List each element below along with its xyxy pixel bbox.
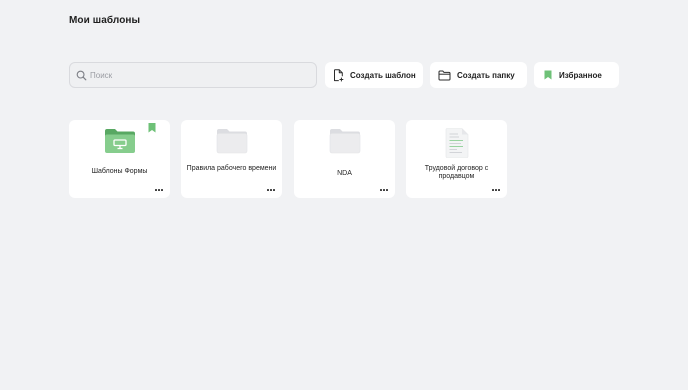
green-folder-icon <box>69 128 170 154</box>
more-options-icon[interactable] <box>490 186 502 194</box>
template-card[interactable]: Правила рабочего времени <box>181 120 282 198</box>
search-field[interactable] <box>69 62 317 88</box>
create-template-button[interactable]: Создать шаблон <box>325 62 423 88</box>
template-card[interactable]: Шаблоны Формы <box>69 120 170 198</box>
more-options-icon[interactable] <box>378 186 390 194</box>
file-plus-icon <box>333 68 344 82</box>
card-name: Шаблоны Формы <box>91 168 148 175</box>
page-title: Мои шаблоны <box>69 15 141 26</box>
more-options-icon[interactable] <box>265 186 277 194</box>
template-card[interactable]: NDA <box>294 120 395 198</box>
folder-icon <box>294 128 395 154</box>
document-icon <box>406 128 507 158</box>
card-name: Правила рабочего времени <box>186 165 277 172</box>
card-name: NDA <box>337 170 352 177</box>
create-folder-label: Создать папку <box>457 70 515 80</box>
folder-outline-icon <box>438 70 451 81</box>
favorites-label: Избранное <box>559 70 602 80</box>
card-name: Трудовой договор с продавцом <box>424 165 489 180</box>
more-options-icon[interactable] <box>153 186 165 194</box>
bookmark-icon <box>544 70 552 80</box>
folder-icon <box>181 128 282 154</box>
search-input[interactable] <box>90 70 290 80</box>
template-card[interactable]: Трудовой договор с продавцом <box>406 120 507 198</box>
search-icon <box>76 70 87 80</box>
favorites-button[interactable]: Избранное <box>534 62 619 88</box>
create-folder-button[interactable]: Создать папку <box>430 62 527 88</box>
create-template-label: Создать шаблон <box>350 70 416 80</box>
